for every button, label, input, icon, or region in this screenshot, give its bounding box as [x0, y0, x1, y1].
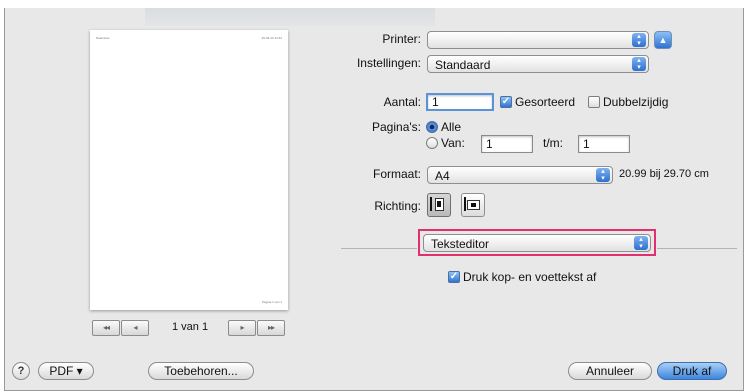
instellingen-label: Instellingen:	[356, 56, 421, 70]
preview-header-left: Naamloos	[96, 36, 110, 40]
tm-input[interactable]: 1	[578, 135, 630, 153]
page-counter: 1 van 1	[172, 321, 209, 333]
alle-radio[interactable]	[426, 121, 438, 133]
annuleer-button[interactable]: Annuleer	[568, 362, 652, 380]
formaat-popup[interactable]: A4 ▴ ▾	[427, 166, 613, 184]
paginas-label: Pagina's:	[372, 120, 421, 134]
person-icon	[471, 203, 476, 207]
formaat-value: A4	[435, 169, 450, 183]
gesorteerd-label: Gesorteerd	[515, 95, 576, 109]
orientation-landscape-button[interactable]	[461, 193, 485, 217]
section-popup[interactable]: Teksteditor ▴ ▾	[423, 234, 651, 252]
help-button[interactable]: ?	[12, 362, 30, 380]
separator-right	[657, 248, 737, 249]
section-value: Teksteditor	[431, 237, 490, 251]
expand-dialog-button[interactable]: ▲	[654, 31, 672, 49]
van-radio[interactable]	[426, 137, 438, 149]
popup-arrows-icon: ▴ ▾	[596, 168, 610, 182]
pdf-menu-button[interactable]: PDF ▾	[38, 362, 94, 380]
separator-left	[341, 248, 417, 249]
printer-label: Printer:	[382, 32, 421, 46]
preview-header-right: 25-06-10 13:42	[261, 36, 282, 40]
van-label: Van:	[441, 136, 465, 150]
print-dialog: Naamloos 25-06-10 13:42 Pagina 1 van 1 ◂…	[4, 8, 744, 391]
preview-footer: Pagina 1 van 1	[261, 300, 282, 304]
tm-label: t/m:	[543, 136, 563, 150]
alle-label: Alle	[441, 120, 462, 134]
instellingen-popup[interactable]: Standaard ▴ ▾	[427, 55, 649, 73]
arrow-up-icon	[430, 197, 432, 211]
druk-kop-label: Druk kop- en voettekst af	[463, 270, 597, 284]
popup-arrows-icon: ▴ ▾	[632, 57, 646, 71]
druk-af-button[interactable]: Druk af	[657, 362, 727, 380]
formaat-size: 20.99 bij 29.70 cm	[619, 168, 709, 180]
arrow-up-icon	[464, 197, 466, 211]
print-preview-area: Naamloos 25-06-10 13:42 Pagina 1 van 1 ◂…	[5, 8, 338, 348]
last-page-button[interactable]: ▸▸	[257, 320, 285, 336]
formaat-label: Formaat:	[372, 167, 421, 181]
orientation-portrait-button[interactable]	[427, 193, 451, 217]
first-page-button[interactable]: ◂◂	[92, 320, 120, 336]
richting-label: Richting:	[374, 199, 421, 213]
popup-arrows-icon: ▴ ▾	[634, 236, 648, 250]
dubbelzijdig-label: Dubbelzijdig	[603, 95, 669, 109]
instellingen-value: Standaard	[435, 58, 491, 72]
page-preview: Naamloos 25-06-10 13:42 Pagina 1 van 1	[90, 30, 288, 310]
van-input[interactable]: 1	[481, 135, 533, 153]
aantal-input[interactable]: 1	[426, 93, 494, 111]
aantal-label: Aantal:	[383, 95, 421, 109]
next-page-button[interactable]: ▸	[228, 320, 256, 336]
dubbelzijdig-checkbox[interactable]	[588, 96, 600, 108]
dialog-button-bar: ? PDF ▾ Toebehoren... Annuleer Druk af	[5, 355, 743, 390]
gesorteerd-checkbox[interactable]: ✓	[500, 96, 512, 108]
popup-arrows-icon: ▴ ▾	[632, 33, 646, 47]
toebehoren-button[interactable]: Toebehoren...	[148, 362, 254, 380]
previous-page-button[interactable]: ◂	[121, 320, 149, 336]
printer-popup[interactable]: ▴ ▾	[427, 31, 649, 49]
person-icon	[437, 201, 441, 207]
druk-kop-checkbox[interactable]: ✓	[448, 271, 460, 283]
